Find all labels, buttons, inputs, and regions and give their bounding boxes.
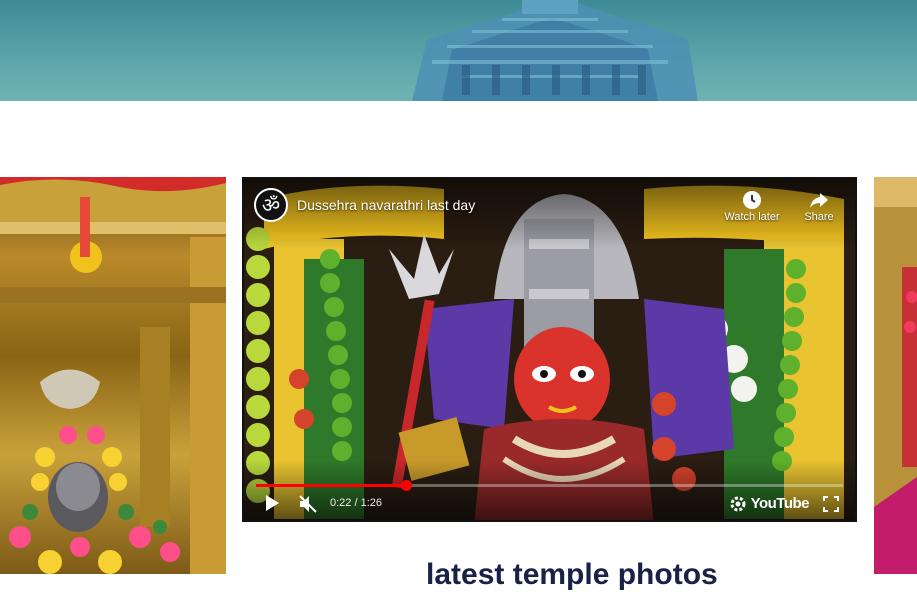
- progress-bar[interactable]: [256, 480, 843, 491]
- time-display: 0:22 / 1:26: [330, 497, 382, 509]
- fullscreen-icon[interactable]: [823, 496, 839, 512]
- player-controls: 0:22 / 1:26 YouTube: [244, 488, 855, 520]
- video-title[interactable]: Dussehra navarathri last day: [297, 197, 475, 213]
- right-gallery-photo[interactable]: [874, 177, 917, 574]
- shiva-lingam-shrine-image: [0, 177, 226, 574]
- progress-fill: [256, 484, 407, 487]
- youtube-logo[interactable]: YouTube: [751, 495, 810, 512]
- om-icon[interactable]: ॐ: [254, 188, 288, 222]
- mute-icon[interactable]: [298, 494, 318, 514]
- decorated-shrine-image: [874, 177, 917, 574]
- watch-later-button[interactable]: Watch later: [722, 189, 782, 223]
- temple-gopuram-image: [412, 0, 698, 101]
- watch-later-label: Watch later: [724, 211, 780, 223]
- section-heading: latest temple photos: [426, 558, 718, 591]
- clock-icon: [743, 191, 761, 209]
- left-gallery-photo[interactable]: [0, 177, 226, 574]
- header-banner: [0, 0, 917, 101]
- video-player[interactable]: ॐ Dussehra navarathri last day Watch lat…: [242, 177, 857, 522]
- settings-gear-icon[interactable]: [729, 495, 747, 513]
- share-button[interactable]: Share: [789, 189, 849, 223]
- play-icon[interactable]: [264, 494, 280, 512]
- share-icon: [810, 193, 828, 208]
- share-label: Share: [804, 211, 834, 223]
